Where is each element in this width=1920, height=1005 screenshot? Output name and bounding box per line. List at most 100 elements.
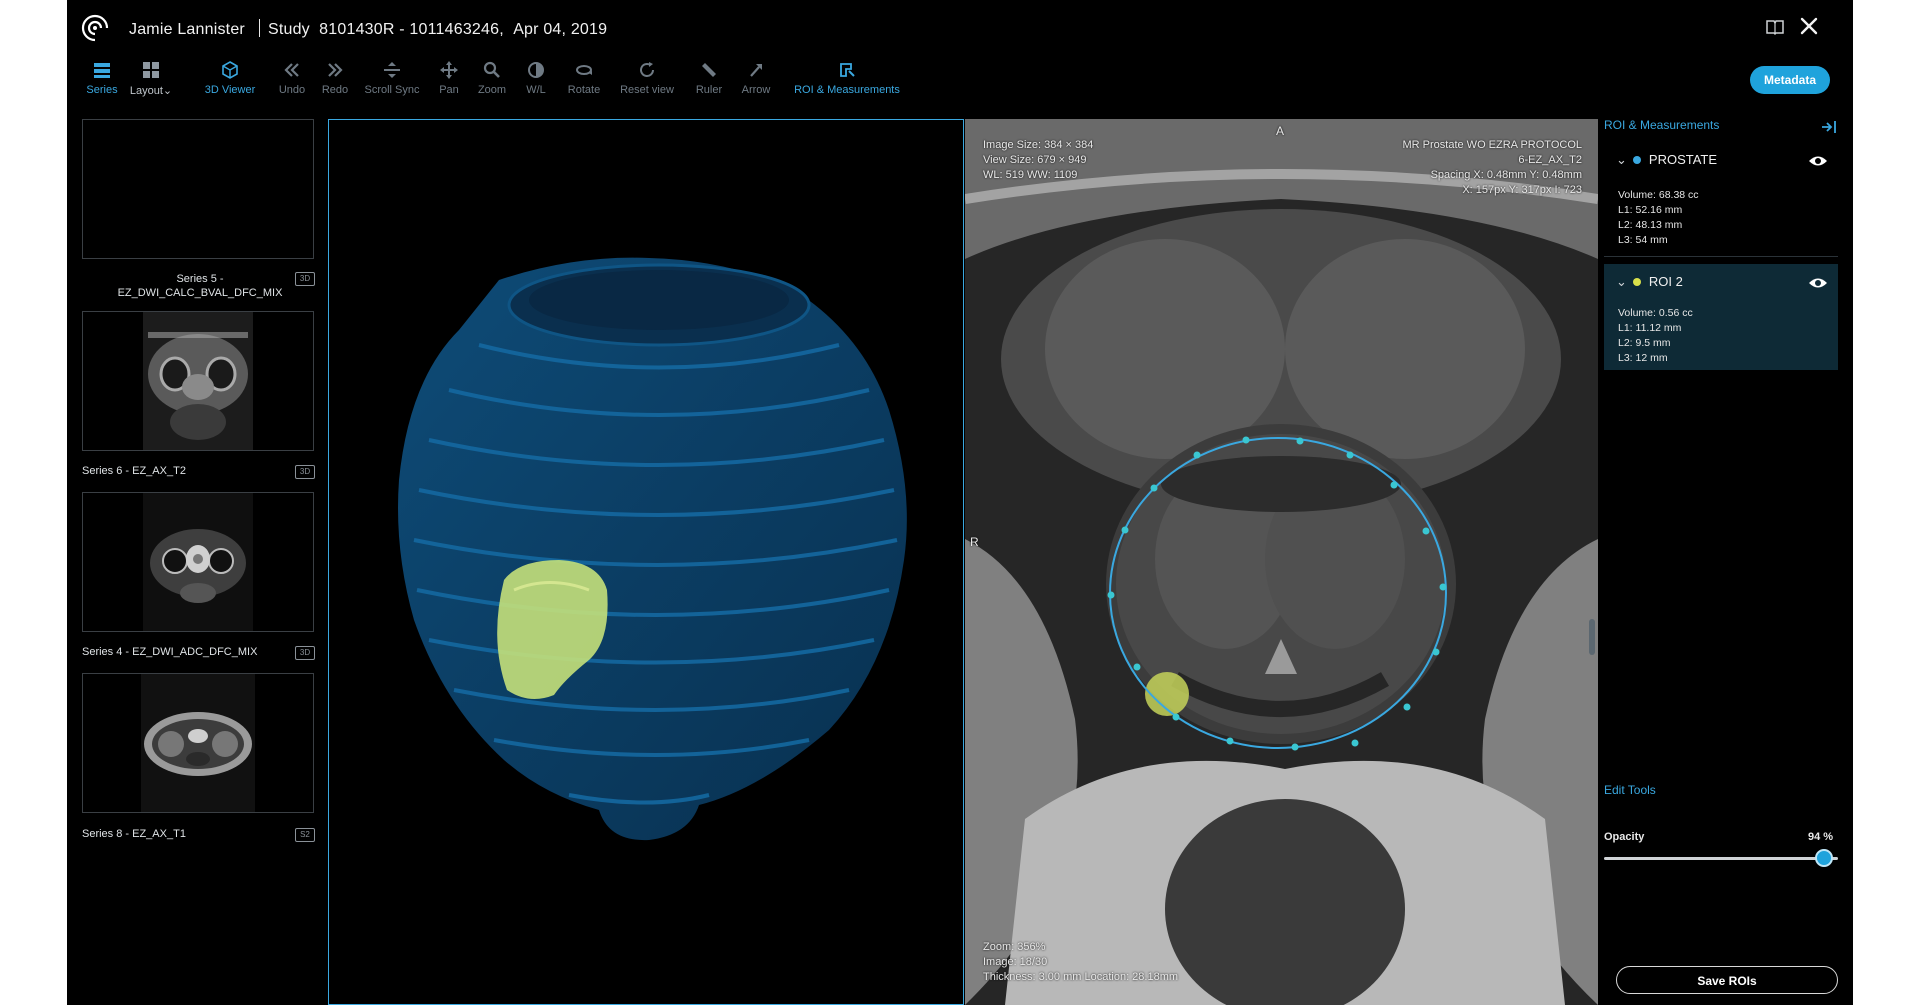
roi-l1: L1: 52.16 mm (1618, 204, 1683, 216)
opacity-label: Opacity (1604, 831, 1645, 843)
app-logo-icon (81, 14, 109, 42)
roi-name-prostate: PROSTATE (1648, 152, 1718, 167)
toolbar-window-level-label: W/L (526, 84, 546, 96)
scroll-sync-icon (384, 62, 400, 78)
2d-viewport[interactable]: Image Size: 384 × 384 View Size: 679 × 9… (965, 119, 1598, 1005)
edit-tools-link[interactable]: Edit Tools (1604, 783, 1656, 797)
arrow-icon (750, 64, 762, 77)
visibility-eye-icon[interactable] (1808, 154, 1828, 168)
rotate-icon (576, 65, 592, 75)
roi-panel-title: ROI & Measurements (1604, 118, 1720, 132)
layout-icon (143, 62, 159, 78)
title-divider (258, 19, 260, 37)
series-thumbnail-5[interactable] (82, 119, 314, 259)
opacity-slider-thumb[interactable] (1815, 849, 1833, 867)
study-title: Jamie Lannister Study 8101430R - 10114632… (129, 19, 607, 39)
toolbar-arrow-button[interactable]: Arrow (734, 60, 778, 96)
save-rois-button[interactable]: Save ROIs (1616, 966, 1838, 994)
undo-icon (284, 63, 299, 77)
toolbar-reset-view-button[interactable]: Reset view (616, 60, 678, 96)
redo-icon (328, 63, 343, 77)
zoom-icon (483, 61, 500, 78)
zoom-text: Zoom: 356% (983, 941, 1046, 953)
roi-l2: L2: 48.13 mm (1618, 219, 1683, 231)
thickness-location-text: Thickness: 3.00 mm Location: 28.18mm (983, 971, 1179, 983)
viewport-scrollbar[interactable] (1589, 619, 1595, 655)
window-level-text: WL: 519 WW: 1109 (983, 169, 1078, 181)
series-thumbnail-6[interactable] (82, 311, 314, 451)
image-index-text: Image: 18/30 (983, 956, 1048, 968)
prostate-3d-top-inner (529, 270, 789, 330)
roi-volume: Volume: 68.38 cc (1618, 189, 1699, 201)
series-8-preview-image (141, 674, 255, 812)
opacity-slider-track[interactable] (1604, 857, 1838, 860)
book-icon[interactable] (1765, 18, 1785, 36)
toolbar-layout-button[interactable]: Layout⌄ (120, 60, 182, 97)
toolbar-roi-measurements-label: ROI & Measurements (794, 84, 900, 96)
series-label-5: Series 5 - EZ_DWI_CALC_BVAL_DFC_MIX (117, 273, 283, 299)
chevron-down-icon[interactable]: ⌄ (1616, 274, 1627, 289)
series-icon (94, 63, 110, 78)
metadata-button[interactable]: Metadata (1750, 66, 1830, 94)
image-size-text: Image Size: 384 × 384 (983, 139, 1094, 151)
roi-color-dot (1632, 156, 1641, 164)
ruler-icon (702, 63, 716, 77)
roi-l3: L3: 54 mm (1618, 234, 1668, 246)
study-description-text: MR Prostate WO EZRA PROTOCOL (1402, 139, 1583, 151)
roi-card-roi-2[interactable]: ⌄ ROI 2 Volume: 0.56 cc L1: 11.12 mm L2: … (1604, 264, 1838, 370)
roi-measurements-prostate: Volume: 68.38 cc L1: 52.16 mm L2: 48.13 … (1618, 188, 1699, 248)
roi-color-dot (1632, 278, 1641, 286)
toolbar-scroll-sync-button[interactable]: Scroll Sync (359, 60, 425, 96)
roi-l2: L2: 9.5 mm (1618, 337, 1671, 349)
close-icon[interactable] (1797, 14, 1821, 38)
toolbar-reset-view-label: Reset view (620, 84, 674, 96)
toolbar-pan-label: Pan (439, 84, 459, 96)
series-thumbnail-4[interactable] (82, 492, 314, 632)
toolbar-ruler-label: Ruler (695, 84, 723, 96)
study-label: Study (267, 21, 310, 38)
roi-measurements-icon (840, 63, 855, 77)
series-thumbnail-8[interactable] (82, 673, 314, 813)
study-id: 8101430R - 1011463246, (319, 21, 504, 38)
cursor-position-text: X: 157px Y: 317px I: 723 (1462, 184, 1582, 196)
series-4-preview-image (143, 493, 253, 631)
toolbar-rotate-button[interactable]: Rotate (559, 60, 609, 96)
roi-l1: L1: 11.12 mm (1618, 322, 1682, 334)
toolbar-layout-label: Layout (129, 85, 163, 97)
visibility-eye-icon[interactable] (1808, 276, 1828, 290)
toolbar-window-level-button[interactable]: W/L (516, 60, 556, 96)
toolbar-3d-viewer-button[interactable]: 3D Viewer (197, 60, 263, 96)
pan-icon (440, 61, 458, 79)
toolbar-roi-measurements-button[interactable]: ROI & Measurements (791, 60, 903, 96)
image-info-top-right: MR Prostate WO EZRA PROTOCOL 6-EZ_AX_T2 … (1403, 138, 1583, 198)
roi-l3: L3: 12 mm (1618, 352, 1668, 364)
image-info-top-left: Image Size: 384 × 384 View Size: 679 × 9… (983, 138, 1093, 183)
roi-header-roi-2: ⌄ ROI 2 (1616, 274, 1683, 290)
3d-badge-icon: 3D (295, 646, 315, 660)
toolbar-zoom-button[interactable]: Zoom (472, 60, 512, 96)
mri-slice-image (965, 119, 1598, 1005)
toolbar-3d-viewer-label: 3D Viewer (204, 84, 256, 96)
toolbar-ruler-button[interactable]: Ruler (689, 60, 729, 96)
roi-panel: ROI & Measurements ⌄ PROSTATE Volume: 68.… (1604, 112, 1844, 1005)
roi-header-prostate: ⌄ PROSTATE (1616, 152, 1717, 168)
3d-viewer-icon (222, 61, 238, 79)
toolbar-scroll-sync-label: Scroll Sync (364, 84, 420, 96)
toolbar-redo-button[interactable]: Redo (307, 60, 363, 96)
spacing-text: Spacing X: 0.48mm Y: 0.48mm (1430, 169, 1582, 181)
3d-viewport[interactable] (328, 119, 964, 1005)
toolbar-series-label: Series (86, 84, 118, 96)
roi-measurements-roi-2: Volume: 0.56 cc L1: 11.12 mm L2: 9.5 mm … (1618, 306, 1693, 366)
toolbar-zoom-label: Zoom (477, 84, 507, 96)
series-label-8: Series 8 - EZ_AX_T1 (82, 828, 186, 840)
app-window: Jamie Lannister Study 8101430R - 10114632… (67, 0, 1853, 1005)
toolbar-pan-button[interactable]: Pan (429, 60, 469, 96)
roi-card-prostate[interactable]: ⌄ PROSTATE Volume: 68.38 cc L1: 52.16 mm … (1604, 142, 1838, 250)
view-size-text: View Size: 679 × 949 (983, 154, 1087, 166)
3d-badge-icon: S2 (295, 828, 315, 842)
series-6-preview-image (143, 312, 253, 450)
series-label-4: Series 4 - EZ_DWI_ADC_DFC_MIX (82, 646, 258, 658)
collapse-panel-icon[interactable] (1820, 120, 1838, 134)
chevron-down-icon[interactable]: ⌄ (1616, 152, 1627, 167)
toolbar-redo-label: Redo (321, 84, 349, 96)
